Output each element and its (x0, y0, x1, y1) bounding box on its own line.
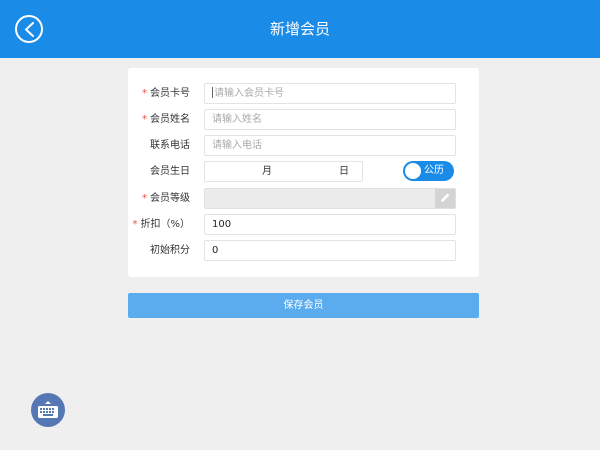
card-no-placeholder: 请输入会员卡号 (214, 88, 284, 99)
pencil-icon (441, 193, 450, 202)
keyboard-icon (38, 401, 58, 418)
required-mark: * (142, 114, 147, 125)
birthday-label: 会员生日 (150, 166, 190, 177)
calendar-type-label: 公历 (424, 165, 444, 176)
save-member-button[interactable]: 保存会员 (128, 293, 479, 318)
phone-placeholder: 请输入电话 (212, 140, 262, 151)
level-edit-button[interactable] (435, 189, 455, 208)
text-caret (212, 87, 213, 98)
birthday-day[interactable]: 日 (339, 162, 349, 181)
card-no-input[interactable]: 请输入会员卡号 (204, 83, 456, 104)
required-mark: * (142, 88, 147, 99)
discount-label: * 折扣（%） (132, 219, 190, 230)
name-label: * 会员姓名 (142, 114, 190, 125)
level-label: * 会员等级 (142, 193, 190, 204)
birthday-picker[interactable]: 月 日 (204, 161, 363, 182)
discount-input[interactable]: 100 (204, 214, 456, 235)
birthday-row: 会员生日 月 日 公历 (128, 161, 479, 182)
phone-input[interactable]: 请输入电话 (204, 135, 456, 156)
member-form-card: * 会员卡号 请输入会员卡号 * 会员姓名 请输入姓名 联系电话 请输入电话 会员生… (128, 68, 479, 277)
card-no-row: * 会员卡号 请输入会员卡号 (128, 83, 479, 104)
card-no-label: * 会员卡号 (142, 88, 190, 99)
required-mark: * (142, 193, 147, 204)
name-row: * 会员姓名 请输入姓名 (128, 109, 479, 130)
level-select[interactable] (204, 188, 456, 209)
calendar-type-toggle[interactable]: 公历 (403, 161, 454, 181)
page-title: 新增会员 (269, 20, 330, 38)
phone-label: 联系电话 (150, 140, 190, 151)
header-bar: 新增会员 (0, 0, 600, 58)
name-placeholder: 请输入姓名 (212, 114, 262, 125)
required-mark: * (132, 219, 138, 230)
name-input[interactable]: 请输入姓名 (204, 109, 456, 130)
level-row: * 会员等级 (128, 188, 479, 209)
points-label: 初始积分 (150, 245, 190, 256)
points-row: 初始积分 0 (128, 240, 479, 261)
phone-row: 联系电话 请输入电话 (128, 135, 479, 156)
birthday-month[interactable]: 月 (262, 162, 272, 181)
points-input[interactable]: 0 (204, 240, 456, 261)
toggle-knob (405, 163, 421, 179)
keyboard-button[interactable] (31, 393, 65, 427)
discount-row: * 折扣（%） 100 (128, 214, 479, 235)
